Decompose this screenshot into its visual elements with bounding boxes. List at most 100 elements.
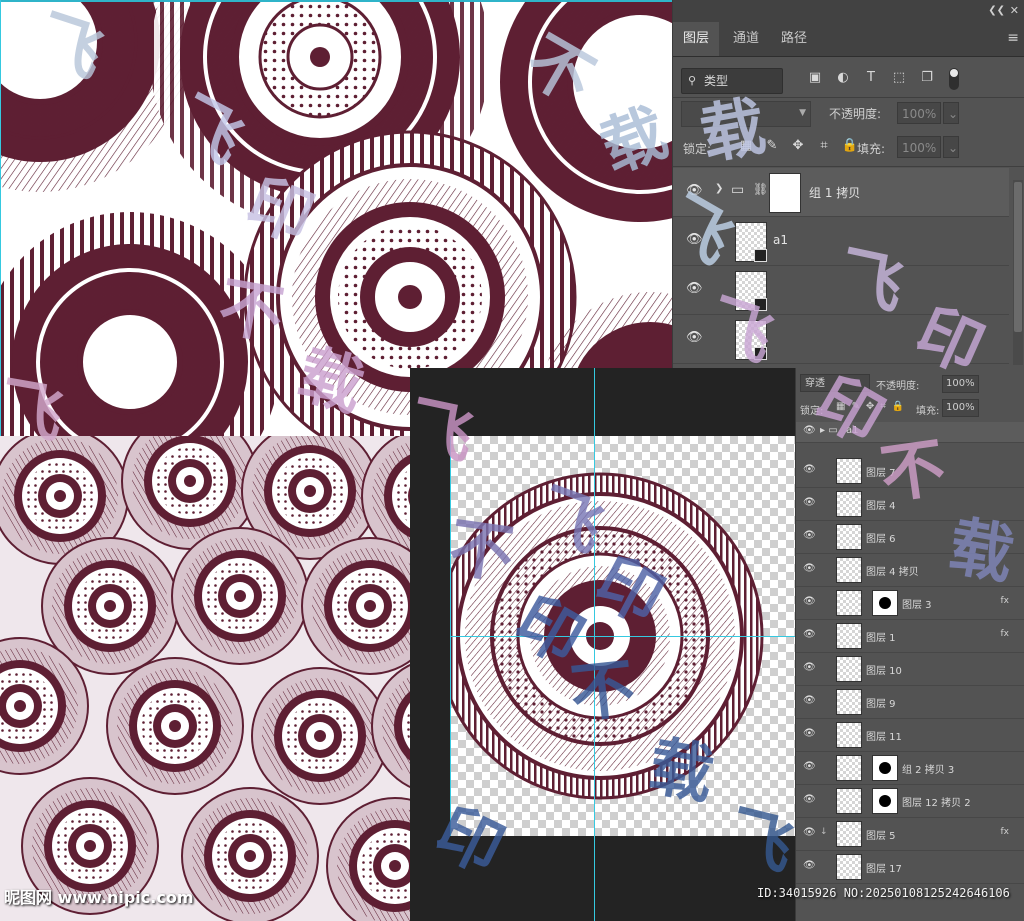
layer-row[interactable]: 👁 组 2 拷贝 3 bbox=[796, 752, 1024, 785]
visibility-eye-icon[interactable]: 👁 bbox=[803, 662, 816, 673]
visibility-eye-icon[interactable]: 👁 bbox=[803, 629, 816, 640]
layer-row[interactable]: 👁 图层 9 bbox=[796, 686, 1024, 719]
layer-row[interactable]: 👁 图层 7 bbox=[796, 455, 1024, 488]
visibility-eye-icon[interactable]: 👁 bbox=[803, 596, 816, 607]
layer-effects-icon[interactable]: fx bbox=[1001, 827, 1010, 837]
opacity-label: 不透明度: bbox=[876, 381, 920, 392]
layer-name: 图层 11 bbox=[866, 732, 902, 743]
lock-transparency-icon[interactable]: ▦ bbox=[733, 138, 759, 153]
layer-thumbnail bbox=[836, 623, 862, 649]
layer-row[interactable]: 👁 图层 4 拷贝 bbox=[796, 554, 1024, 587]
layer-row[interactable]: 👁 图层 6 bbox=[796, 521, 1024, 554]
tab-channels[interactable]: 通道 bbox=[723, 22, 769, 56]
lock-artboard-icon[interactable]: ⌗ bbox=[811, 138, 837, 153]
opacity-dropdown[interactable]: ⌄ bbox=[943, 102, 959, 124]
visibility-eye-icon[interactable]: 👁 bbox=[686, 281, 703, 296]
layer-mask-thumbnail[interactable] bbox=[872, 590, 898, 616]
layer-thumbnail bbox=[735, 271, 767, 311]
visibility-eye-icon[interactable]: 👁 bbox=[803, 728, 816, 739]
opacity-input[interactable]: 100% bbox=[942, 375, 979, 393]
layer-row[interactable]: 👁 图层 11 bbox=[796, 719, 1024, 752]
adjustment-filter-icon[interactable]: ◐ bbox=[829, 70, 857, 85]
opacity-input[interactable]: 100% bbox=[897, 102, 941, 124]
layer-thumbnail bbox=[836, 557, 862, 583]
layer-effects-icon[interactable]: fx bbox=[1001, 629, 1010, 639]
fill-input[interactable]: 100% bbox=[942, 399, 979, 417]
guide-horizontal[interactable] bbox=[450, 636, 795, 637]
visibility-eye-icon[interactable]: 👁 bbox=[803, 563, 816, 574]
lock-label: 锁定: bbox=[683, 142, 712, 156]
smart-object-icon bbox=[754, 249, 767, 262]
visibility-eye-icon[interactable]: 👁 bbox=[803, 425, 816, 436]
layer-row[interactable]: 👁 a1 bbox=[673, 217, 1009, 266]
guide-left-edge[interactable] bbox=[0, 0, 1, 436]
fill-input[interactable]: 100% bbox=[897, 136, 941, 158]
layer-name: 图层 7 bbox=[866, 468, 896, 479]
divider bbox=[673, 166, 1024, 167]
layer-thumbnail bbox=[836, 821, 862, 847]
visibility-eye-icon[interactable]: 👁 bbox=[686, 232, 703, 247]
close-icon[interactable]: ✕ bbox=[1010, 4, 1019, 17]
layer-name: 图层 6 bbox=[866, 534, 896, 545]
layer-row[interactable]: 👁 图层 3 fx bbox=[796, 587, 1024, 620]
lock-position-icon[interactable]: ✥ bbox=[785, 138, 811, 153]
lock-image-icon[interactable]: ✎ bbox=[759, 138, 785, 153]
layer-row[interactable]: 👁 bbox=[673, 315, 1009, 364]
group-mask-thumbnail[interactable] bbox=[769, 173, 801, 213]
artwork-tiled-pattern bbox=[0, 436, 450, 921]
layer-thumbnail bbox=[735, 320, 767, 360]
collapse-icon[interactable]: ❮❮ bbox=[988, 5, 1005, 16]
visibility-eye-icon[interactable]: 👁 bbox=[803, 827, 816, 838]
layer-filter-select[interactable]: ⚲ 类型 bbox=[681, 68, 783, 94]
layers-scrollbar[interactable] bbox=[1013, 180, 1023, 365]
visibility-eye-icon[interactable]: 👁 bbox=[803, 794, 816, 805]
layer-thumbnail bbox=[836, 458, 862, 484]
fill-dropdown[interactable]: ⌄ bbox=[943, 136, 959, 158]
layer-thumbnail bbox=[836, 590, 862, 616]
layer-row[interactable]: 👁 图层 10 bbox=[796, 653, 1024, 686]
smart-object-filter-icon[interactable]: ❐ bbox=[913, 70, 941, 85]
panel-menu-icon[interactable]: ≡ bbox=[1007, 30, 1019, 46]
folder-icon[interactable]: ▸ ▭ bbox=[820, 425, 838, 436]
blend-mode-select[interactable]: ▼ bbox=[681, 101, 811, 127]
layer-row-group[interactable]: 👁 ▸ ▭ a1 bbox=[796, 422, 1024, 443]
layer-mask-thumbnail[interactable] bbox=[872, 788, 898, 814]
layer-thumbnail bbox=[836, 524, 862, 550]
layer-row-group[interactable]: 👁 ❯ ▭ ⛓ 组 1 拷贝 bbox=[673, 168, 1009, 217]
visibility-eye-icon[interactable]: 👁 bbox=[803, 497, 816, 508]
visibility-eye-icon[interactable]: 👁 bbox=[803, 464, 816, 475]
layer-effects-icon[interactable]: fx bbox=[1001, 596, 1010, 606]
visibility-eye-icon[interactable]: 👁 bbox=[686, 183, 703, 198]
shape-filter-icon[interactable]: ⬚ bbox=[885, 70, 913, 85]
visibility-eye-icon[interactable]: 👁 bbox=[803, 695, 816, 706]
image-filter-icon[interactable]: ▣ bbox=[801, 70, 829, 85]
layer-row[interactable]: 👁 图层 17 bbox=[796, 851, 1024, 884]
visibility-eye-icon[interactable]: 👁 bbox=[803, 530, 816, 541]
lock-icons: ▦ ✎ ✥ ⌗ 🔒 bbox=[733, 138, 863, 153]
tab-paths[interactable]: 路径 bbox=[771, 22, 817, 56]
visibility-eye-icon[interactable]: 👁 bbox=[803, 860, 816, 871]
search-icon: ⚲ bbox=[688, 74, 697, 87]
scrollbar-thumb[interactable] bbox=[1014, 182, 1022, 332]
visibility-eye-icon[interactable]: 👁 bbox=[803, 761, 816, 772]
blend-mode-select[interactable]: 穿透 bbox=[800, 374, 870, 392]
filter-icons: ▣ ◐ T ⬚ ❐ bbox=[801, 70, 941, 85]
layer-row[interactable]: 👁 bbox=[673, 266, 1009, 315]
filter-toggle[interactable] bbox=[949, 68, 959, 90]
fill-label: 填充: bbox=[857, 142, 886, 156]
layer-row[interactable]: 👁 图层 1 fx bbox=[796, 620, 1024, 653]
lock-icons[interactable]: ▦✎✥⌗🔒 bbox=[836, 401, 910, 412]
layer-mask-thumbnail[interactable] bbox=[872, 755, 898, 781]
layer-row[interactable]: 👁 图层 12 拷贝 2 bbox=[796, 785, 1024, 818]
document-canvas[interactable] bbox=[410, 368, 795, 921]
text-filter-icon[interactable]: T bbox=[857, 70, 885, 85]
visibility-eye-icon[interactable]: 👁 bbox=[686, 330, 703, 345]
layer-row[interactable]: 👁 ↓ 图层 5 fx bbox=[796, 818, 1024, 851]
divider bbox=[673, 97, 1024, 98]
tab-layers[interactable]: 图层 bbox=[673, 22, 720, 56]
layer-thumbnail bbox=[836, 491, 862, 517]
chevron-right-icon[interactable]: ❯ bbox=[715, 183, 723, 194]
guide-vertical-1[interactable] bbox=[594, 368, 595, 921]
layer-row[interactable]: 👁 图层 4 bbox=[796, 488, 1024, 521]
layer-name: 图层 3 bbox=[902, 600, 932, 611]
